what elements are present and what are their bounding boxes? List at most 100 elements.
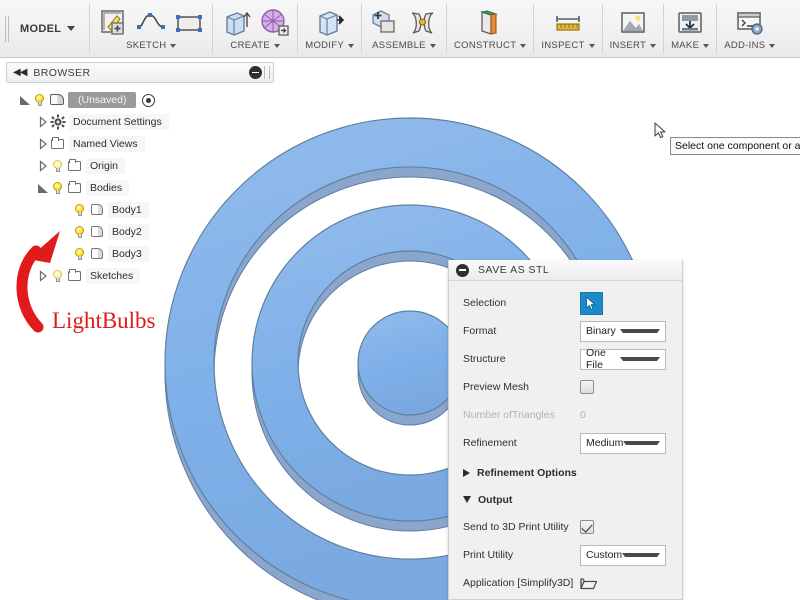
print-utility-dropdown[interactable]: Custom <box>580 544 666 566</box>
light-bulb-icon[interactable] <box>72 203 87 218</box>
scripts-addins-icon[interactable] <box>734 7 766 39</box>
activate-component-icon[interactable] <box>142 93 156 107</box>
expander-open-icon[interactable] <box>36 181 50 195</box>
dialog-header: SAVE AS STL <box>449 260 682 281</box>
new-component-icon[interactable] <box>369 7 401 39</box>
dropdown-value: Custom <box>586 549 623 561</box>
chevron-down-icon <box>623 441 660 445</box>
measure-icon[interactable] <box>552 7 584 39</box>
toolbar-group-modify[interactable]: MODIFY <box>298 0 361 57</box>
tree-node-named-views[interactable]: Named Views <box>14 133 274 155</box>
toolbar-group-inspect[interactable]: INSPECT <box>534 0 601 57</box>
panel-resize-grip[interactable] <box>264 66 270 79</box>
expander-closed-icon[interactable] <box>36 137 50 151</box>
expander-open-icon[interactable] <box>18 93 32 107</box>
dialog-row-format: Format Binary <box>463 317 668 345</box>
toolbar-group-insert[interactable]: INSERT <box>603 0 663 57</box>
browser-header: ◀◀ BROWSER <box>6 62 274 83</box>
dropdown-value: Binary <box>586 325 616 337</box>
row-label: Structure <box>463 353 506 365</box>
insert-image-icon[interactable] <box>617 7 649 39</box>
gear-icon <box>50 114 66 130</box>
row-label: Application [Simplify3D] <box>463 577 574 589</box>
toolbar-group-create[interactable]: CREATE <box>213 0 297 57</box>
rectangle-icon[interactable] <box>173 7 205 39</box>
joint-icon[interactable] <box>407 7 439 39</box>
chevron-down-icon <box>67 26 76 31</box>
minimize-icon[interactable] <box>249 66 262 79</box>
toolbar-group-addins[interactable]: ADD-INS <box>717 0 782 57</box>
fusion360-window: MODEL SKETCH CREATE MODIFY ASSEMBLE CONS… <box>0 0 800 600</box>
row-label: Format <box>463 325 497 337</box>
toolbar-grip[interactable] <box>0 0 10 57</box>
refinement-dropdown[interactable]: Medium <box>580 432 666 454</box>
collapse-left-icon[interactable]: ◀◀ <box>13 67 27 78</box>
light-bulb-icon[interactable] <box>32 93 47 108</box>
tree-node-body2[interactable]: Body2 <box>14 221 274 243</box>
tree-node-sketches[interactable]: Sketches <box>14 265 274 287</box>
create-sketch-icon[interactable] <box>97 7 129 39</box>
select-cursor-icon[interactable] <box>580 291 603 315</box>
toolbar-group-make[interactable]: MAKE <box>664 0 716 57</box>
browser-title: BROWSER <box>33 66 91 79</box>
tree-node-label: Sketches <box>86 268 141 284</box>
mouse-pointer-icon <box>654 122 666 139</box>
row-label: Number ofTriangles <box>463 409 555 421</box>
group-label: Refinement Options <box>477 466 577 479</box>
minimize-icon[interactable] <box>456 263 469 277</box>
body-icon <box>89 202 105 218</box>
body-icon <box>89 224 105 240</box>
workspace-selector[interactable]: MODEL <box>10 0 89 57</box>
toolbar-group-construct[interactable]: CONSTRUCT <box>447 0 533 57</box>
spline-icon[interactable] <box>135 7 167 39</box>
main-toolbar: MODEL SKETCH CREATE MODIFY ASSEMBLE CONS… <box>0 0 800 58</box>
expander-closed-icon[interactable] <box>36 115 50 129</box>
chevron-down-icon <box>429 43 436 48</box>
tree-node-document-settings[interactable]: Document Settings <box>14 111 274 133</box>
offset-plane-icon[interactable] <box>474 7 506 39</box>
open-folder-icon[interactable] <box>580 576 598 591</box>
chevron-down-icon <box>520 43 527 48</box>
tree-node-body3[interactable]: Body3 <box>14 243 274 265</box>
press-pull-icon[interactable] <box>314 7 346 39</box>
toolbar-group-sketch[interactable]: SKETCH <box>90 0 212 57</box>
chevron-down-icon <box>620 329 660 333</box>
light-bulb-icon[interactable] <box>50 159 65 174</box>
tree-node-root[interactable]: (Unsaved) <box>14 89 274 111</box>
chevron-down-icon <box>622 553 660 557</box>
extrude-icon[interactable] <box>220 7 252 39</box>
format-dropdown[interactable]: Binary <box>580 320 666 342</box>
light-bulb-icon[interactable] <box>50 181 65 196</box>
mesh-create-icon[interactable] <box>258 7 290 39</box>
tree-node-bodies[interactable]: Bodies <box>14 177 274 199</box>
chevron-down-icon <box>588 43 595 48</box>
row-label: Preview Mesh <box>463 381 529 393</box>
send-to-3d-print-utility-checkbox[interactable] <box>580 520 594 534</box>
dialog-title: SAVE AS STL <box>478 264 550 276</box>
dialog-row-preview-mesh: Preview Mesh <box>463 373 668 401</box>
expander-expanded-icon <box>463 496 471 503</box>
toolbar-group-assemble[interactable]: ASSEMBLE <box>362 0 446 57</box>
3d-print-icon[interactable] <box>674 7 706 39</box>
group-output[interactable]: Output <box>463 486 668 513</box>
light-bulb-icon[interactable] <box>72 225 87 240</box>
browser-panel: ◀◀ BROWSER (Unsaved) Document Settings N… <box>6 62 274 287</box>
dialog-row-selection: Selection <box>463 289 668 317</box>
browser-tree: (Unsaved) Document Settings Named Views … <box>6 89 274 287</box>
expander-collapsed-icon <box>463 468 470 477</box>
tree-node-label: Named Views <box>69 136 145 152</box>
selection-tooltip: Select one component or a bo <box>670 137 800 155</box>
expander-closed-icon[interactable] <box>36 159 50 173</box>
light-bulb-icon[interactable] <box>72 247 87 262</box>
structure-dropdown[interactable]: One File <box>580 347 666 371</box>
preview-mesh-checkbox[interactable] <box>580 380 594 394</box>
tree-node-body1[interactable]: Body1 <box>14 199 274 221</box>
toolbar-group-label: INSERT <box>609 40 647 51</box>
tree-node-origin[interactable]: Origin <box>14 155 274 177</box>
light-bulb-icon[interactable] <box>50 269 65 284</box>
dialog-row-send-to-3d-print-utility: Send to 3D Print Utility <box>463 513 668 541</box>
tree-node-label: Origin <box>86 158 126 174</box>
toolbar-group-label: MODIFY <box>305 40 344 51</box>
expander-closed-icon[interactable] <box>36 269 50 283</box>
group-refinement-options[interactable]: Refinement Options <box>463 459 668 486</box>
